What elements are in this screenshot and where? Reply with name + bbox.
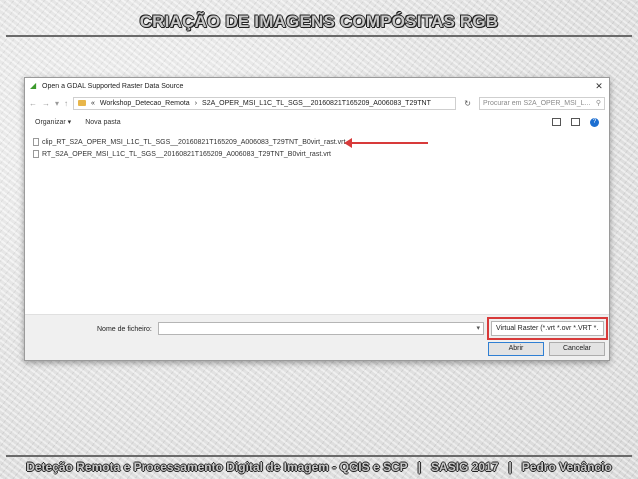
organize-menu[interactable]: Organizar ▾ (35, 118, 71, 126)
dialog-toolbar: Organizar ▾ Nova pasta ? (25, 112, 609, 132)
recent-dropdown[interactable]: ▾ (55, 99, 59, 108)
annotation-highlight-box (487, 317, 608, 340)
chevron-down-icon[interactable]: ▾ (476, 324, 480, 332)
open-button[interactable]: Abrir (488, 342, 544, 356)
slide-footer: Deteção Remota e Processamento Digital d… (0, 460, 638, 476)
footer-separator: | (508, 460, 512, 474)
refresh-button[interactable]: ↻ (461, 99, 474, 108)
dialog-title: Open a GDAL Supported Raster Data Source (42, 82, 184, 90)
file-open-dialog: ◢ Open a GDAL Supported Raster Data Sour… (24, 77, 610, 361)
title-divider (6, 35, 632, 37)
footer-separator: | (417, 460, 422, 474)
search-icon: ⚲ (595, 100, 601, 107)
filename-label: Nome de ficheiro: (97, 326, 152, 333)
dialog-titlebar: ◢ Open a GDAL Supported Raster Data Sour… (25, 78, 609, 94)
footer-author: Pedro Venâncio (521, 460, 612, 474)
new-folder-button[interactable]: Nova pasta (85, 119, 120, 126)
dialog-footer: Nome de ficheiro: ▾ Virtual Raster (*.vr… (25, 314, 609, 360)
qgis-icon: ◢ (30, 81, 37, 90)
forward-button[interactable]: → (42, 99, 50, 108)
breadcrumb-workshop[interactable]: Workshop_Detecao_Remota (100, 100, 190, 107)
footer-divider (6, 455, 632, 457)
footer-course: Deteção Remota e Processamento Digital d… (26, 460, 408, 474)
search-placeholder: Procurar em S2A_OPER_MSI_L... (483, 99, 591, 107)
help-icon[interactable]: ? (590, 117, 599, 127)
file-name: clip_RT_S2A_OPER_MSI_L1C_TL_SGS__2016082… (42, 138, 346, 146)
slide-title: CRIAÇÃO DE IMAGENS COMPÓSITAS RGB (139, 12, 499, 31)
address-bar[interactable]: « Workshop_Detecao_Remota › S2A_OPER_MSI… (73, 96, 457, 110)
toolbar-right: ? (552, 117, 599, 127)
file-icon (33, 138, 39, 146)
up-button[interactable]: ↑ (64, 99, 68, 108)
close-button[interactable]: ✕ (589, 81, 609, 92)
filename-input[interactable]: ▾ (158, 322, 484, 335)
breadcrumb-s2a-folder[interactable]: S2A_OPER_MSI_L1C_TL_SGS__20160821T165209… (202, 100, 431, 107)
search-input[interactable]: Procurar em S2A_OPER_MSI_L... ⚲ (479, 96, 605, 110)
footer-event: SASIG 2017 (431, 460, 499, 474)
folder-icon (78, 100, 87, 106)
list-item[interactable]: clip_RT_S2A_OPER_MSI_L1C_TL_SGS__2016082… (33, 136, 601, 148)
view-options-icon[interactable] (552, 118, 561, 126)
preview-pane-icon[interactable] (571, 118, 580, 126)
breadcrumb-separator: › (194, 99, 198, 107)
file-list: clip_RT_S2A_OPER_MSI_L1C_TL_SGS__2016082… (33, 136, 601, 160)
file-icon (33, 150, 39, 158)
list-item[interactable]: RT_S2A_OPER_MSI_L1C_TL_SGS__20160821T165… (33, 148, 601, 160)
file-name: RT_S2A_OPER_MSI_L1C_TL_SGS__20160821T165… (42, 150, 331, 158)
address-row: ← → ▾ ↑ « Workshop_Detecao_Remota › S2A_… (25, 94, 609, 112)
cancel-button[interactable]: Cancelar (549, 342, 605, 356)
path-prefix: « (91, 99, 95, 107)
back-button[interactable]: ← (29, 99, 37, 108)
annotation-arrow (344, 138, 428, 148)
